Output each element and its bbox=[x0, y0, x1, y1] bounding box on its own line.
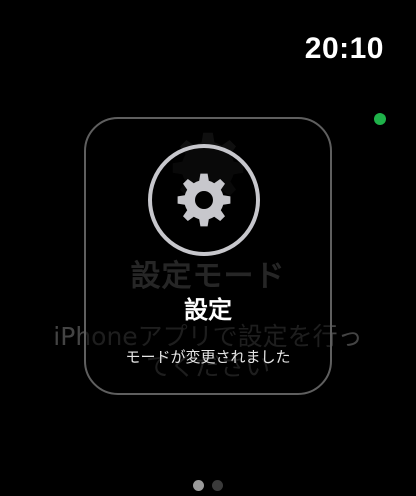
page-dot-1[interactable] bbox=[193, 480, 204, 491]
hud-icon-ring bbox=[148, 144, 260, 256]
hud-message: モードが変更されました bbox=[125, 348, 291, 366]
gear-icon bbox=[177, 173, 231, 227]
watch-screen: 20:10 設定モード iPhoneアプリで設定を行っ てください 設定 モード… bbox=[0, 0, 416, 496]
hud-title: 設定 bbox=[184, 296, 232, 324]
page-dot-2[interactable] bbox=[212, 480, 223, 491]
page-indicator bbox=[0, 480, 416, 491]
